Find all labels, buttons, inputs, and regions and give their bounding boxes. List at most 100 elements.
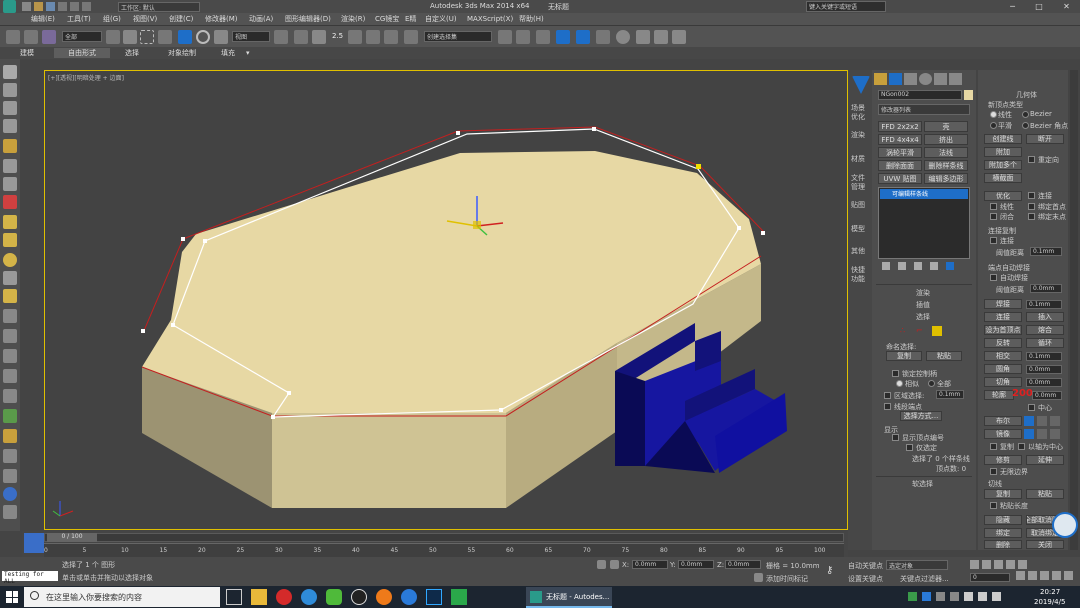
edit-poly-button[interactable]: 编辑多边形: [924, 173, 968, 184]
tab-object-paint[interactable]: 对象绘制: [154, 48, 210, 58]
cycle-button[interactable]: 循环: [1026, 338, 1064, 348]
rect-selection-icon[interactable]: [140, 30, 154, 44]
y-coord[interactable]: 0.0mm: [678, 560, 714, 569]
viewport[interactable]: [+][透视][明暗处理 + 边面]: [44, 70, 848, 530]
subtract-icon[interactable]: [1037, 416, 1047, 426]
prev-frame-icon[interactable]: [982, 560, 991, 569]
tool-icon-24[interactable]: [3, 505, 17, 519]
selection-filter[interactable]: 全部: [62, 31, 102, 42]
curve-editor-icon[interactable]: [576, 30, 590, 44]
boolean-button[interactable]: 布尔: [984, 416, 1022, 426]
side-tab-6[interactable]: 其他: [851, 246, 865, 256]
wechat-work-icon[interactable]: [451, 589, 467, 605]
side-tab-1[interactable]: 渲染: [851, 130, 865, 140]
named-selection-set[interactable]: 创建选择集: [424, 31, 492, 42]
modifier-list-select[interactable]: 修改器列表: [878, 104, 970, 115]
copy-button[interactable]: 复制: [886, 351, 922, 361]
auto-key[interactable]: 自动关键点: [848, 561, 883, 571]
fillet-value[interactable]: 0.0mm: [1026, 365, 1062, 374]
uvw-map-button[interactable]: UVW 贴图: [878, 173, 922, 184]
orbit-icon[interactable]: [1052, 571, 1061, 580]
menu-customize[interactable]: 自定义(U): [425, 14, 467, 24]
tangent-copy-button[interactable]: 复制: [984, 489, 1022, 499]
configure-sets-icon[interactable]: [946, 262, 954, 270]
mirror-both-icon[interactable]: [1050, 429, 1060, 439]
side-tab-5[interactable]: 模型: [851, 224, 865, 234]
menu-create[interactable]: 创建(C): [169, 14, 205, 24]
fillet-button[interactable]: 圆角: [984, 364, 1022, 374]
track-bar-icon[interactable]: [24, 533, 44, 553]
rollout-soft-selection[interactable]: 软选择: [912, 479, 933, 489]
file-explorer-icon[interactable]: [251, 589, 267, 605]
hierarchy-tab-icon[interactable]: [904, 73, 917, 85]
threshold-value[interactable]: 0.1mm: [1030, 247, 1062, 256]
select-object-icon[interactable]: [106, 30, 120, 44]
tray-icon-2[interactable]: [922, 592, 931, 601]
segment-level-icon[interactable]: ⌐: [916, 326, 926, 336]
side-tab-7[interactable]: 快捷功能: [851, 266, 869, 284]
clock-date[interactable]: 2019/4/5: [1034, 598, 1065, 606]
paste-button[interactable]: 粘贴: [926, 351, 962, 361]
similar-radio[interactable]: [896, 380, 903, 387]
maximize-viewport-icon[interactable]: [1064, 571, 1073, 580]
tray-icon-1[interactable]: [908, 592, 917, 601]
zoom-icon[interactable]: [1016, 571, 1025, 580]
unlink-icon[interactable]: [24, 30, 38, 44]
tool-icon-17[interactable]: [3, 369, 17, 383]
tool-icon-13[interactable]: [3, 289, 17, 303]
spinner-snap-icon[interactable]: [384, 30, 398, 44]
bind-last-checkbox[interactable]: [1028, 213, 1035, 220]
minimize-icon[interactable]: ─: [1010, 2, 1015, 11]
tab-selection[interactable]: 选择: [110, 48, 154, 58]
bind-first-checkbox[interactable]: [1028, 203, 1035, 210]
chamfer-button[interactable]: 切角: [984, 377, 1022, 387]
tool-icon-21[interactable]: [3, 449, 17, 463]
time-slider-thumb[interactable]: 0 / 100: [47, 533, 97, 542]
rollout-rendering[interactable]: 渲染: [916, 288, 930, 298]
tangent-paste-button[interactable]: 粘贴: [1026, 489, 1064, 499]
ribbon-options-icon[interactable]: ▾: [246, 49, 258, 57]
side-tab-4[interactable]: 贴图: [851, 200, 865, 210]
closed-checkbox[interactable]: [990, 213, 997, 220]
panel-scrollbar[interactable]: [1070, 70, 1078, 550]
modify-tab-icon[interactable]: [889, 73, 902, 85]
app-logo-icon[interactable]: [3, 0, 16, 13]
tool-icon-11[interactable]: [3, 253, 17, 267]
zoom-all-icon[interactable]: [1028, 571, 1037, 580]
reference-coord-select[interactable]: 视图: [232, 31, 270, 42]
tool-icon-18[interactable]: [3, 389, 17, 403]
select-move-icon[interactable]: [178, 30, 192, 44]
redo-icon[interactable]: [70, 2, 79, 11]
utilities-tab-icon[interactable]: [949, 73, 962, 85]
motion-tab-icon[interactable]: [919, 73, 932, 85]
outline-value[interactable]: 200: [1012, 388, 1033, 399]
wechat-icon[interactable]: [326, 589, 342, 605]
make-unique-icon[interactable]: [914, 262, 922, 270]
side-tab-2[interactable]: 材质: [851, 154, 865, 164]
layer-manager-icon[interactable]: [536, 30, 550, 44]
time-slider-bar[interactable]: 0 / 100: [44, 533, 844, 542]
new-icon[interactable]: [22, 2, 31, 11]
taskbar-search[interactable]: 在这里输入你要搜索的内容: [24, 587, 220, 607]
project-icon[interactable]: [82, 2, 91, 11]
reorient-checkbox[interactable]: [1028, 156, 1035, 163]
lock-selection-icon[interactable]: [597, 560, 606, 569]
menu-edit[interactable]: 编辑(E): [31, 14, 67, 24]
maxscript-listener[interactable]: Testing for ALL: [2, 571, 58, 585]
smooth-radio[interactable]: [990, 122, 997, 129]
tab-modeling[interactable]: 建模: [20, 48, 54, 58]
edge-icon[interactable]: [301, 589, 317, 605]
attach-multiple-button[interactable]: 附加多个: [984, 160, 1022, 170]
tool-icon-8[interactable]: [3, 195, 17, 209]
snap-angle[interactable]: 2.5: [332, 32, 343, 40]
all-radio[interactable]: [928, 380, 935, 387]
tab-freeform[interactable]: 自由形式: [54, 48, 110, 58]
mirror-v-icon[interactable]: [1037, 429, 1047, 439]
key-filters[interactable]: 关键点过滤器...: [900, 574, 949, 584]
connect-checkbox[interactable]: [1028, 192, 1035, 199]
pivot-center-icon[interactable]: [274, 30, 288, 44]
bind-button[interactable]: 绑定: [984, 528, 1022, 538]
spline-level-icon[interactable]: [932, 326, 942, 336]
menu-cg[interactable]: CG镜宝: [375, 14, 405, 24]
add-time-tag-icon[interactable]: [754, 573, 763, 582]
